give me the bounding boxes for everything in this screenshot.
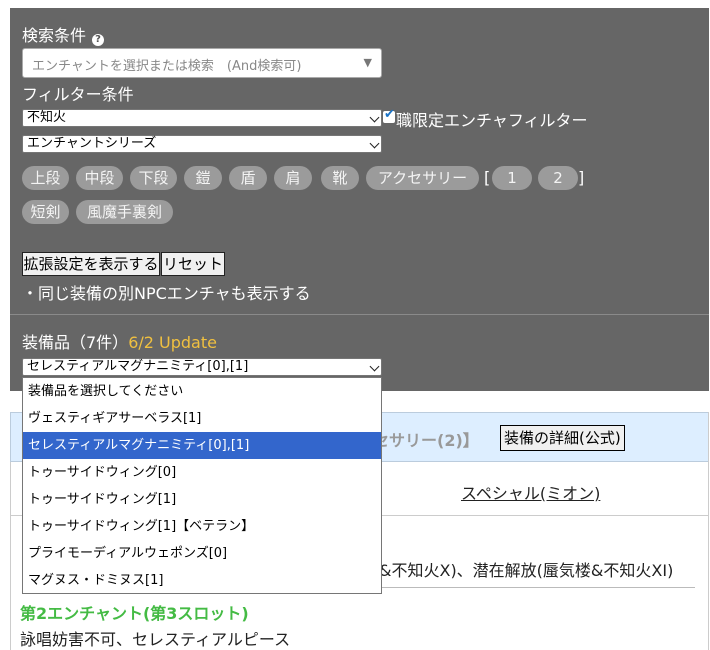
job-filter-checkbox[interactable]: ✔ [383, 107, 395, 123]
chip-page-1[interactable]: 1 [492, 166, 532, 190]
dropdown-option[interactable]: トゥーサイドウィング[1] [23, 486, 381, 513]
chip-shoes[interactable]: 靴 [321, 166, 359, 190]
equipment-select-value: セレスティアルマグナニミティ[0],[1] [27, 359, 249, 374]
update-label: 6/2 Update [128, 333, 217, 352]
page-bracket-open: [ [484, 168, 491, 187]
show-extended-settings-button[interactable]: 拡張設定を表示する [22, 252, 160, 276]
chip-armor[interactable]: 鎧 [184, 166, 222, 190]
chevron-down-icon [369, 138, 380, 149]
equipment-count-label: 装備品（7件） [22, 333, 129, 352]
npc-link[interactable]: スペシャル(ミオン) [461, 480, 600, 504]
equipment-select[interactable]: セレスティアルマグナニミティ[0],[1] [22, 358, 382, 376]
card-left-border [10, 462, 11, 650]
dropdown-option[interactable]: マグヌス・ドミヌス[1] [23, 567, 381, 594]
chip-middle[interactable]: 中段 [76, 166, 123, 190]
enchant-search-combo[interactable]: エンチャントを選択または検索 (And検索可) ▼ [22, 48, 382, 78]
dropdown-option[interactable]: トゥーサイドウィング[1]【ベテラン】 [23, 513, 381, 540]
slot2-title: 第2エンチャント(第3スロット) [20, 604, 249, 623]
dropdown-option[interactable]: プライモーディアルウェポンズ[0] [23, 540, 381, 567]
chevron-down-icon [369, 361, 380, 372]
slot2-value: 詠唱妨害不可、セレスティアルピース [20, 630, 291, 649]
equipment-dropdown-list[interactable]: 装備品を選択してください ヴェスティギアサーベラス[1] セレスティアルマグナニ… [22, 377, 382, 594]
category-count-text: セサリー(2)】 [373, 431, 479, 450]
search-panel: 検索条件? エンチャントを選択または検索 (And検索可) ▼ フィルター条件 … [10, 8, 709, 391]
dropdown-option[interactable]: 装備品を選択してください [23, 378, 381, 405]
combo-arrow-icon[interactable]: ▼ [364, 56, 372, 69]
class-select-value: 不知火 [27, 110, 67, 125]
npc-option-text[interactable]: ・同じ装備の別NPCエンチャも表示する [22, 280, 311, 304]
equipment-title: 装備品（7件）6/2 Update [22, 329, 217, 353]
chip-upper[interactable]: 上段 [22, 166, 69, 190]
job-filter-label[interactable]: 職限定エンチャフィルター [396, 107, 588, 131]
dropdown-option[interactable]: ヴェスティギアサーベラス[1] [23, 405, 381, 432]
class-select[interactable]: 不知火 [22, 109, 382, 127]
chip-lower[interactable]: 下段 [130, 166, 177, 190]
enchant-search-placeholder: エンチャントを選択または検索 (And検索可) [32, 59, 302, 74]
checkmark-icon: ✔ [384, 107, 395, 122]
series-select-value: エンチャントシリーズ [27, 136, 157, 151]
card-right-border [708, 412, 709, 650]
search-title: 検索条件? [22, 22, 105, 46]
chip-dagger[interactable]: 短剣 [22, 200, 69, 224]
page-bracket-close: ] [578, 168, 585, 187]
section-divider [380, 587, 695, 588]
panel-divider [10, 314, 709, 315]
chip-garment[interactable]: 肩 [274, 166, 312, 190]
equipment-detail-button[interactable]: 装備の詳細(公式) [500, 425, 625, 451]
search-title-text: 検索条件 [22, 26, 87, 45]
chip-page-2[interactable]: 2 [538, 166, 578, 190]
chevron-down-icon [369, 112, 380, 123]
series-select[interactable]: エンチャントシリーズ [22, 135, 382, 153]
chip-huuma-shuriken[interactable]: 風魔手裏剣 [76, 200, 173, 224]
dropdown-option[interactable]: トゥーサイドウィング[0] [23, 459, 381, 486]
filter-title: フィルター条件 [22, 85, 134, 104]
chip-shield[interactable]: 盾 [229, 166, 267, 190]
enchant-route-text: &不知火X)、潜在解放(蜃気楼&不知火XI) [379, 561, 674, 580]
reset-button[interactable]: リセット [161, 252, 225, 276]
chip-accessory[interactable]: アクセサリー [366, 166, 479, 190]
dropdown-option-highlighted[interactable]: セレスティアルマグナニミティ[0],[1] [23, 432, 381, 459]
help-icon[interactable]: ? [92, 34, 105, 46]
